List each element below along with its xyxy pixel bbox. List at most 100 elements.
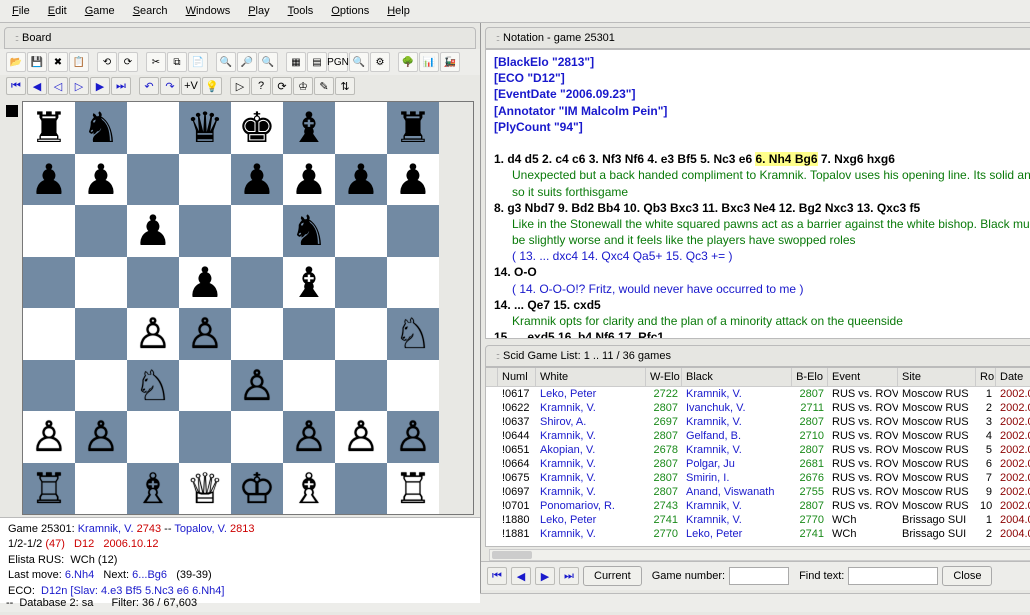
game-list[interactable]: NumlWhiteW-EloBlackB-EloEventSiteRoDate … <box>485 367 1030 547</box>
square-d5[interactable]: ♟ <box>179 257 231 309</box>
gamelist-row[interactable]: !1880Leko, Peter2741Kramnik, V.2770WChBr… <box>486 513 1030 527</box>
square-e3[interactable]: ♙ <box>231 360 283 412</box>
moves-seg5[interactable]: 15. ... exd5 16. b4 Nf6 17. Rfc1 <box>494 329 1030 339</box>
menu-game[interactable]: Game <box>77 2 123 20</box>
square-d2[interactable] <box>179 411 231 463</box>
square-g1[interactable] <box>335 463 387 515</box>
square-a8[interactable]: ♜ <box>23 102 75 154</box>
square-c5[interactable] <box>127 257 179 309</box>
square-h6[interactable] <box>387 205 439 257</box>
square-e7[interactable]: ♟ <box>231 154 283 206</box>
nav-btn-2[interactable]: ◁ <box>48 77 68 95</box>
nav-btn-3[interactable]: ▷ <box>69 77 89 95</box>
square-a5[interactable] <box>23 257 75 309</box>
toolbar-btn-6[interactable]: ⟳ <box>118 52 138 72</box>
col-header[interactable]: Ro <box>976 368 996 386</box>
square-e6[interactable] <box>231 205 283 257</box>
nav-btn-15[interactable]: ♔ <box>293 77 313 95</box>
gamelist-row[interactable]: !0675Kramnik, V.2807Smirin, I.2676RUS vs… <box>486 471 1030 485</box>
nav-btn-14[interactable]: ⟳ <box>272 77 292 95</box>
prev-game-button[interactable]: ◀ <box>511 567 531 585</box>
toolbar-btn-0[interactable]: 📂 <box>6 52 26 72</box>
nav-btn-16[interactable]: ✎ <box>314 77 334 95</box>
square-a2[interactable]: ♙ <box>23 411 75 463</box>
moves-seg4[interactable]: 14. ... Qe7 15. cxd5 <box>494 297 1030 313</box>
menu-help[interactable]: Help <box>379 2 418 20</box>
nav-btn-17[interactable]: ⇅ <box>335 77 355 95</box>
square-c8[interactable] <box>127 102 179 154</box>
moves-seg2[interactable]: 8. g3 Nbd7 9. Bd2 Bb4 10. Qb3 Bxc3 11. B… <box>494 200 1030 216</box>
square-h1[interactable]: ♖ <box>387 463 439 515</box>
menu-file[interactable]: File <box>4 2 38 20</box>
moves-seg1b[interactable]: 7. Nxg6 hxg6 <box>818 152 895 166</box>
variation-2[interactable]: ( 14. O-O-O!? Fritz, would never have oc… <box>494 281 1030 297</box>
nav-btn-5[interactable]: ⏭ <box>111 77 131 95</box>
black-player[interactable]: Topalov, V. <box>174 523 227 535</box>
col-header[interactable]: White <box>536 368 646 386</box>
toolbar-btn-16[interactable]: ▦ <box>286 52 306 72</box>
toolbar-btn-8[interactable]: ✂ <box>146 52 166 72</box>
col-header[interactable]: B-Elo <box>792 368 828 386</box>
square-h2[interactable]: ♙ <box>387 411 439 463</box>
square-e2[interactable] <box>231 411 283 463</box>
toolbar-btn-19[interactable]: 🔍 <box>349 52 369 72</box>
gamelist-row[interactable]: !1881Kramnik, V.2770Leko, Peter2741WChBr… <box>486 527 1030 541</box>
square-f5[interactable]: ♝ <box>283 257 335 309</box>
square-f7[interactable]: ♟ <box>283 154 335 206</box>
gamelist-row[interactable]: !0664Kramnik, V.2807Polgar, Ju2681RUS vs… <box>486 457 1030 471</box>
square-a1[interactable]: ♖ <box>23 463 75 515</box>
square-d3[interactable] <box>179 360 231 412</box>
col-header[interactable]: Date <box>996 368 1030 386</box>
col-header[interactable]: W-Elo <box>646 368 682 386</box>
nav-btn-8[interactable]: ↷ <box>160 77 180 95</box>
toolbar-btn-24[interactable]: 🚂 <box>440 52 460 72</box>
square-b3[interactable] <box>75 360 127 412</box>
square-h4[interactable]: ♘ <box>387 308 439 360</box>
square-g8[interactable] <box>335 102 387 154</box>
nav-btn-1[interactable]: ◀ <box>27 77 47 95</box>
square-a6[interactable] <box>23 205 75 257</box>
gamelist-row[interactable]: !0644Kramnik, V.2807Gelfand, B.2710RUS v… <box>486 429 1030 443</box>
moves-seg3[interactable]: 14. O-O <box>494 264 1030 280</box>
gamelist-header[interactable]: NumlWhiteW-EloBlackB-EloEventSiteRoDate <box>486 368 1030 387</box>
toolbar-btn-1[interactable]: 💾 <box>27 52 47 72</box>
menu-play[interactable]: Play <box>240 2 277 20</box>
square-g3[interactable] <box>335 360 387 412</box>
gamelist-row[interactable]: !0701Ponomariov, R.2743Kramnik, V.2807RU… <box>486 499 1030 513</box>
square-d7[interactable] <box>179 154 231 206</box>
square-h7[interactable]: ♟ <box>387 154 439 206</box>
nav-btn-4[interactable]: ▶ <box>90 77 110 95</box>
square-h5[interactable] <box>387 257 439 309</box>
square-d1[interactable]: ♕ <box>179 463 231 515</box>
menu-windows[interactable]: Windows <box>178 2 239 20</box>
horizontal-scrollbar[interactable] <box>489 549 1030 561</box>
first-game-button[interactable]: ⏮ <box>487 567 507 585</box>
square-e8[interactable]: ♚ <box>231 102 283 154</box>
toolbar-btn-10[interactable]: 📄 <box>188 52 208 72</box>
square-g6[interactable] <box>335 205 387 257</box>
nav-btn-9[interactable]: +V <box>181 77 201 95</box>
square-g4[interactable] <box>335 308 387 360</box>
close-button[interactable]: Close <box>942 566 992 586</box>
col-header[interactable] <box>486 368 498 386</box>
square-b4[interactable] <box>75 308 127 360</box>
last-game-button[interactable]: ⏭ <box>559 567 579 585</box>
gamelist-row[interactable]: !0617Leko, Peter2722Kramnik, V.2807RUS v… <box>486 387 1030 401</box>
toolbar-btn-2[interactable]: ✖ <box>48 52 68 72</box>
notation-area[interactable]: [BlackElo "2813"][ECO "D12"][EventDate "… <box>485 49 1030 339</box>
toolbar-btn-23[interactable]: 📊 <box>419 52 439 72</box>
variation-1[interactable]: ( 13. ... dxc4 14. Qxc4 Qa5+ 15. Qc3 += … <box>494 248 1030 264</box>
white-player[interactable]: Kramnik, V. <box>78 523 134 535</box>
next-move[interactable]: 6...Bg6 <box>132 569 167 581</box>
menu-options[interactable]: Options <box>323 2 377 20</box>
chess-board[interactable]: ♜♞♛♚♝♜♟♟♟♟♟♟♟♞♟♝♙♙♘♘♙♙♙♙♙♙♖♗♕♔♗♖ <box>6 101 474 513</box>
square-b1[interactable] <box>75 463 127 515</box>
gamelist-row[interactable]: !0651Akopian, V.2678Kramnik, V.2807RUS v… <box>486 443 1030 457</box>
square-h3[interactable] <box>387 360 439 412</box>
square-a3[interactable] <box>23 360 75 412</box>
col-header[interactable]: Numl <box>498 368 536 386</box>
square-f6[interactable]: ♞ <box>283 205 335 257</box>
square-h8[interactable]: ♜ <box>387 102 439 154</box>
square-d4[interactable]: ♙ <box>179 308 231 360</box>
gamelist-row[interactable]: !0622Kramnik, V.2807Ivanchuk, V.2711RUS … <box>486 401 1030 415</box>
